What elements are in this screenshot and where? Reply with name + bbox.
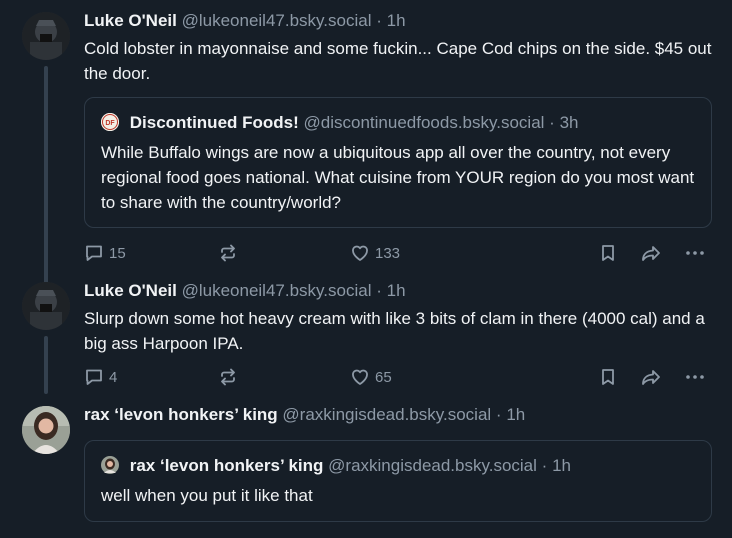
author-name[interactable]: Luke O'Neil — [84, 11, 177, 30]
post-actions: 4 65 — [84, 365, 714, 389]
more-button[interactable] — [684, 365, 706, 389]
quote-header: DF Discontinued Foods! @discontinuedfood… — [101, 112, 578, 134]
post-header: Luke O'Neil @lukeoneil47.bsky.social · 1… — [84, 10, 406, 32]
quote-time[interactable]: 1h — [552, 456, 571, 475]
post-header: Luke O'Neil @lukeoneil47.bsky.social · 1… — [84, 280, 406, 302]
separator-dot: · — [376, 11, 382, 30]
like-icon — [352, 369, 368, 385]
reply-count: 15 — [109, 244, 126, 262]
separator-dot: · — [376, 281, 382, 300]
quote-author-name[interactable]: rax ‘levon honkers’ king — [130, 456, 324, 475]
repost-button[interactable] — [218, 241, 238, 265]
bookmark-button[interactable] — [598, 365, 618, 389]
quote-author-handle[interactable]: @raxkingisdead.bsky.social — [328, 456, 537, 475]
share-icon — [642, 370, 660, 385]
post-header: rax ‘levon honkers’ king @raxkingisdead.… — [84, 404, 525, 426]
post-actions: 15 133 — [84, 241, 714, 265]
bookmark-icon — [602, 369, 614, 385]
separator-dot: · — [495, 405, 502, 424]
author-handle[interactable]: @lukeoneil47.bsky.social — [182, 281, 372, 300]
avatar[interactable] — [22, 12, 70, 60]
quote-avatar: DF — [101, 113, 119, 131]
like-count: 65 — [375, 368, 392, 386]
post-time[interactable]: 1h — [387, 281, 406, 300]
like-count: 133 — [375, 244, 401, 262]
author-handle[interactable]: @lukeoneil47.bsky.social — [182, 11, 372, 30]
author-name[interactable]: Luke O'Neil — [84, 281, 177, 300]
separator-dot: · — [541, 456, 548, 475]
avatar[interactable] — [22, 282, 70, 330]
author-handle[interactable]: @raxkingisdead.bsky.social — [282, 405, 491, 424]
share-icon — [642, 246, 660, 261]
reply-button[interactable]: 4 — [84, 365, 117, 389]
more-button[interactable] — [684, 241, 706, 265]
post-1[interactable]: Luke O'Neil @lukeoneil47.bsky.social · 1… — [0, 0, 732, 286]
quote-post[interactable]: DF Discontinued Foods! @discontinuedfood… — [84, 97, 712, 228]
bookmark-button[interactable] — [598, 241, 618, 265]
post-2[interactable]: Luke O'Neil @lukeoneil47.bsky.social · 1… — [0, 278, 732, 398]
thread-line — [44, 66, 48, 286]
repost-button[interactable] — [218, 365, 238, 389]
author-name[interactable]: rax ‘levon honkers’ king — [84, 405, 278, 424]
quote-text: well when you put it like that — [101, 486, 313, 505]
quote-author-name[interactable]: Discontinued Foods! — [130, 113, 299, 132]
bookmark-icon — [602, 245, 614, 261]
quote-author-handle[interactable]: @discontinuedfoods.bsky.social — [304, 113, 545, 132]
reply-icon — [86, 369, 102, 385]
more-icon — [686, 375, 704, 379]
post-time[interactable]: 1h — [387, 11, 406, 30]
quote-post[interactable]: rax ‘levon honkers’ king @raxkingisdead.… — [84, 440, 712, 522]
quote-time[interactable]: 3h — [560, 113, 579, 132]
avatar[interactable] — [22, 406, 70, 454]
quote-header: rax ‘levon honkers’ king @raxkingisdead.… — [101, 455, 571, 477]
svg-text:DF: DF — [105, 120, 115, 127]
reply-button[interactable]: 15 — [84, 241, 126, 265]
quote-text: While Buffalo wings are now a ubiquitous… — [101, 143, 695, 212]
separator-dot: · — [549, 113, 555, 132]
thread-line — [44, 336, 48, 394]
share-button[interactable] — [640, 365, 662, 389]
like-button[interactable]: 65 — [350, 365, 392, 389]
quote-avatar — [101, 456, 119, 474]
post-time[interactable]: 1h — [506, 405, 525, 424]
post-text: Slurp down some hot heavy cream with lik… — [84, 309, 705, 353]
share-button[interactable] — [640, 241, 662, 265]
repost-icon — [221, 368, 235, 386]
repost-icon — [221, 244, 235, 262]
more-icon — [686, 251, 704, 255]
reply-icon — [86, 245, 102, 261]
like-button[interactable]: 133 — [350, 241, 400, 265]
post-text: Cold lobster in mayonnaise and some fuck… — [84, 39, 712, 83]
post-3[interactable]: rax ‘levon honkers’ king @raxkingisdead.… — [0, 402, 732, 538]
reply-count: 4 — [109, 368, 118, 386]
like-icon — [352, 245, 368, 261]
